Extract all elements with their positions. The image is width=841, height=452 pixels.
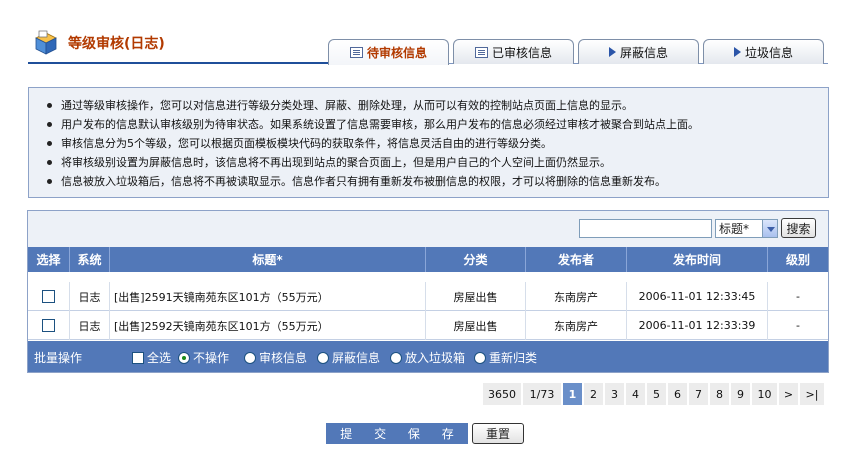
table-header: 选择 系统 标题* 分类 发布者 发布时间 级别 — [28, 247, 828, 272]
tab-label: 屏蔽信息 — [619, 45, 668, 60]
row-category: 房屋出售 — [426, 282, 526, 311]
row-title[interactable]: [出售]2592天镜南苑东区101方（55万元） — [110, 311, 426, 340]
info-item: 通过等级审核操作，您可以对信息进行等级分类处理、屏蔽、删除处理，从而可以有效的控… — [45, 96, 818, 115]
app-box-icon — [35, 30, 57, 55]
row-system: 日志 — [70, 282, 110, 311]
table-row: 日志 [出售]2591天镜南苑东区101方（55万元） 房屋出售 东南房产 20… — [28, 282, 828, 311]
pager-next[interactable]: > — [779, 383, 798, 405]
pager-total: 3650 — [483, 383, 521, 405]
row-level: - — [796, 319, 800, 332]
col-publisher: 发布者 — [526, 247, 627, 272]
info-item: 将审核级别设置为屏蔽信息时，该信息将不再出现到站点的聚合页面上，但是用户自己的个… — [45, 153, 818, 172]
reset-button[interactable]: 重置 — [472, 423, 524, 444]
search-bar: 标题* 搜索 — [28, 211, 828, 247]
row-publisher: 东南房产 — [526, 282, 627, 311]
document-icon — [349, 47, 363, 58]
page-title: 等级审核(日志) — [68, 36, 165, 52]
radio-no-action[interactable]: 不操作 — [178, 349, 229, 366]
row-level: - — [796, 290, 800, 303]
select-all-label: 全选 — [147, 351, 172, 365]
arrow-right-icon — [733, 47, 741, 57]
chevron-down-icon[interactable] — [762, 220, 777, 237]
pager-page[interactable]: 8 — [710, 383, 729, 405]
pager-last[interactable]: >| — [800, 383, 824, 405]
radio-label: 放入垃圾箱 — [405, 351, 466, 365]
info-item: 审核信息分为5个等级，您可以根据页面模板模块代码的获取条件，将信息灵活自由的进行… — [45, 134, 818, 153]
radio-label: 审核信息 — [259, 351, 308, 365]
radio-label: 屏蔽信息 — [332, 351, 381, 365]
search-field-select[interactable]: 标题* — [715, 219, 778, 238]
row-system: 日志 — [70, 311, 110, 340]
col-title[interactable]: 标题* — [110, 247, 426, 272]
batch-label: 批量操作 — [34, 351, 83, 365]
pager-page[interactable]: 5 — [647, 383, 666, 405]
pager-page[interactable]: 1 — [563, 383, 582, 405]
radio-button[interactable] — [474, 351, 486, 364]
radio-label: 重新归类 — [489, 351, 538, 365]
info-box: 通过等级审核操作，您可以对信息进行等级分类处理、屏蔽、删除处理，从而可以有效的控… — [28, 87, 829, 198]
row-checkbox[interactable] — [42, 319, 55, 332]
select-all-checkbox[interactable]: 全选 — [132, 349, 171, 366]
radio-button[interactable] — [390, 351, 402, 364]
col-system: 系统 — [70, 247, 110, 272]
pager-page[interactable]: 2 — [584, 383, 603, 405]
tab-blocked[interactable]: 屏蔽信息 — [578, 39, 699, 64]
radio-button[interactable] — [317, 351, 329, 364]
info-item: 用户发布的信息默认审核级别为待审状态。如果系统设置了信息需要审核，那么用户发布的… — [45, 115, 818, 134]
row-time: 2006-11-01 12:33:39 — [627, 311, 768, 340]
row-checkbox[interactable] — [42, 290, 55, 303]
submit-button[interactable]: 提 交 保 存 — [326, 423, 468, 444]
pager-page-of: 1/73 — [523, 383, 561, 405]
row-time: 2006-11-01 12:33:45 — [627, 282, 768, 311]
tab-label: 垃圾信息 — [744, 45, 793, 60]
table-row: 日志 [出售]2592天镜南苑东区101方（55万元） 房屋出售 东南房产 20… — [28, 311, 828, 340]
pager-page[interactable]: 7 — [689, 383, 708, 405]
pager-page[interactable]: 3 — [605, 383, 624, 405]
info-item: 信息被放入垃圾箱后，信息将不再被读取显示。信息作者只有拥有重新发布被删信息的权限… — [45, 172, 818, 191]
search-field-value: 标题* — [719, 222, 750, 236]
col-category: 分类 — [426, 247, 526, 272]
tab-pending[interactable]: 待审核信息 — [328, 39, 449, 65]
row-publisher: 东南房产 — [526, 311, 627, 340]
radio-button[interactable] — [178, 351, 190, 364]
list-panel: 标题* 搜索 选择 系统 标题* 分类 发布者 发布时间 级别 日志 [出售]2… — [27, 210, 829, 373]
col-select: 选择 — [28, 247, 70, 272]
row-category: 房屋出售 — [426, 311, 526, 340]
pager-page[interactable]: 6 — [668, 383, 687, 405]
checkbox[interactable] — [132, 351, 144, 364]
radio-reclassify[interactable]: 重新归类 — [474, 349, 537, 366]
col-level: 级别 — [785, 253, 810, 267]
radio-button[interactable] — [244, 351, 256, 364]
radio-approve[interactable]: 审核信息 — [244, 349, 307, 366]
radio-block[interactable]: 屏蔽信息 — [317, 349, 380, 366]
tab-label: 已审核信息 — [491, 45, 552, 60]
radio-label: 不操作 — [193, 351, 230, 365]
row-title[interactable]: [出售]2591天镜南苑东区101方（55万元） — [110, 282, 426, 311]
arrow-right-icon — [608, 47, 616, 57]
pager-page[interactable]: 4 — [626, 383, 645, 405]
col-time: 发布时间 — [627, 247, 768, 272]
batch-actions: 批量操作 全选 不操作 审核信息 屏蔽信息 放入垃圾箱 重新归类 — [28, 341, 828, 372]
search-input[interactable] — [579, 219, 712, 238]
tab-reviewed[interactable]: 已审核信息 — [453, 39, 574, 64]
tab-trash[interactable]: 垃圾信息 — [703, 39, 824, 64]
document-icon — [474, 46, 488, 58]
radio-trash[interactable]: 放入垃圾箱 — [390, 349, 465, 366]
pager-page[interactable]: 10 — [752, 383, 777, 405]
tab-label: 待审核信息 — [366, 46, 427, 60]
search-button[interactable]: 搜索 — [781, 218, 816, 238]
title-underline — [28, 62, 328, 64]
pager-page[interactable]: 9 — [731, 383, 750, 405]
